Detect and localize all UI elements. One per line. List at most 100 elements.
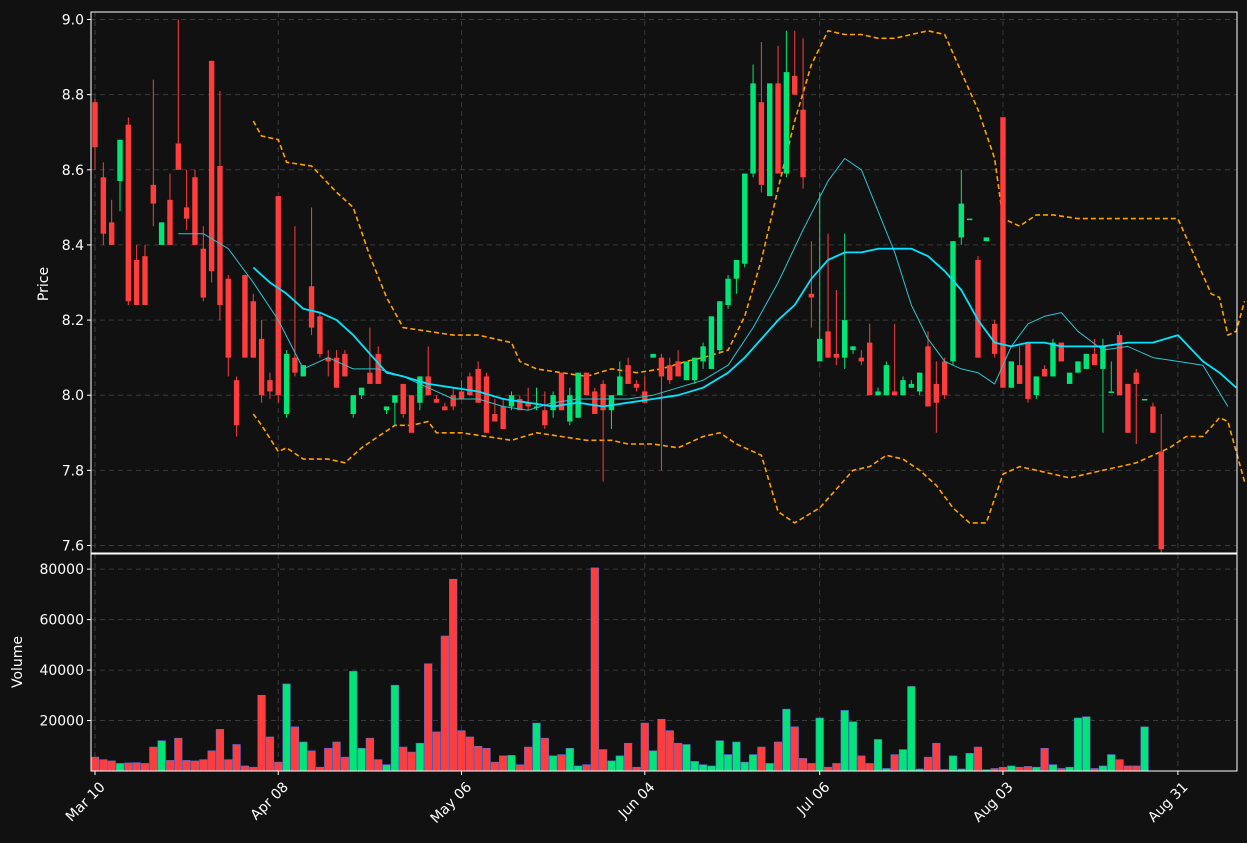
volume-bar bbox=[998, 766, 1008, 772]
candle-body bbox=[317, 316, 323, 354]
volume-bar bbox=[932, 742, 941, 772]
volume-bar bbox=[174, 737, 183, 772]
candle-body bbox=[1091, 353, 1098, 366]
candle-body bbox=[258, 338, 265, 396]
candle-body bbox=[158, 222, 165, 245]
candle-body bbox=[658, 357, 665, 377]
volume-bar bbox=[765, 763, 774, 772]
candle-body bbox=[183, 207, 190, 219]
candle-body bbox=[866, 342, 873, 396]
candle-body bbox=[708, 316, 715, 369]
candle-body bbox=[233, 380, 240, 426]
volume-bar bbox=[740, 761, 749, 772]
candle-body bbox=[567, 395, 573, 422]
volume-bar bbox=[182, 760, 191, 772]
candle-body bbox=[900, 380, 906, 396]
volume-bar bbox=[432, 731, 441, 772]
volume-bar bbox=[682, 744, 691, 772]
candle-body bbox=[108, 222, 115, 245]
candle-body bbox=[1025, 342, 1031, 399]
volume-bar bbox=[115, 763, 125, 772]
candle-body bbox=[775, 83, 781, 174]
volume-bar bbox=[449, 578, 458, 772]
volume-bar bbox=[1007, 765, 1016, 772]
volume-bar bbox=[923, 756, 933, 772]
candle-body bbox=[1083, 353, 1089, 369]
candle-body bbox=[100, 177, 107, 234]
volume-bar bbox=[732, 741, 741, 772]
volume-bar bbox=[898, 749, 908, 772]
candle-body bbox=[908, 383, 915, 388]
candle-body bbox=[625, 365, 631, 384]
volume-bar bbox=[365, 737, 374, 772]
volume-bar bbox=[657, 718, 666, 772]
candle-body bbox=[1016, 365, 1023, 384]
volume-bar bbox=[207, 750, 216, 772]
volume-bar bbox=[698, 764, 708, 772]
candle-body bbox=[142, 256, 148, 306]
candle-body bbox=[667, 365, 673, 381]
candle-body bbox=[633, 383, 640, 388]
candle-body bbox=[117, 139, 123, 182]
volume-bar bbox=[840, 710, 849, 772]
candle-body bbox=[792, 75, 798, 95]
volume-bar bbox=[482, 747, 491, 772]
chart-background bbox=[0, 0, 1247, 843]
price-tick-label: 7.6 bbox=[62, 538, 84, 554]
price-axis-label: Price bbox=[36, 267, 52, 301]
candle-body bbox=[700, 346, 706, 362]
candle-body bbox=[592, 391, 598, 414]
candle-body bbox=[966, 218, 973, 221]
volume-bar bbox=[1115, 759, 1124, 772]
volume-bar bbox=[549, 755, 558, 772]
volume-bar bbox=[382, 764, 391, 772]
price-tick-label: 8.0 bbox=[62, 388, 84, 404]
volume-bar bbox=[1082, 716, 1091, 772]
volume-bar bbox=[632, 766, 641, 772]
candle-body bbox=[425, 376, 431, 396]
price-tick-label: 8.8 bbox=[62, 88, 84, 104]
volume-tick-label: 20000 bbox=[39, 714, 84, 730]
candle-body bbox=[475, 368, 481, 403]
volume-bar bbox=[723, 754, 733, 772]
volume-bar bbox=[232, 744, 241, 772]
volume-bar bbox=[532, 722, 541, 772]
candle-body bbox=[950, 241, 956, 362]
stock-chart: 7.6 7.8 8.0 8.2 8.4 8.6 8.8 9.0 20000 40000 60000… bbox=[0, 0, 1247, 843]
candle-body bbox=[358, 387, 365, 396]
candle-body bbox=[292, 357, 298, 373]
volume-bar bbox=[1032, 766, 1041, 772]
candle-body bbox=[975, 259, 981, 358]
candle-body bbox=[267, 380, 273, 392]
candle-body bbox=[400, 383, 406, 414]
candle-body bbox=[617, 376, 623, 396]
volume-bar bbox=[415, 742, 424, 772]
candle-body bbox=[125, 124, 132, 302]
volume-bar bbox=[282, 683, 291, 772]
volume-bar bbox=[948, 755, 958, 772]
volume-bar bbox=[90, 756, 100, 772]
volume-bar bbox=[649, 750, 658, 772]
candle-body bbox=[858, 357, 865, 362]
volume-bar bbox=[1065, 766, 1074, 772]
volume-bar bbox=[499, 755, 508, 772]
volume-bar bbox=[257, 695, 266, 772]
candle-body bbox=[300, 365, 306, 377]
volume-bar bbox=[249, 766, 258, 772]
volume-bar bbox=[715, 740, 724, 772]
candle-body bbox=[200, 248, 206, 298]
candle-body bbox=[167, 199, 173, 245]
candle-body bbox=[583, 372, 590, 396]
volume-bar bbox=[1073, 717, 1083, 772]
volume-bar bbox=[607, 760, 616, 772]
volume-bar bbox=[199, 759, 208, 772]
volume-bar bbox=[290, 726, 300, 772]
volume-bar bbox=[1023, 766, 1033, 772]
volume-bar bbox=[865, 763, 874, 772]
candle-body bbox=[367, 372, 373, 384]
candle-body bbox=[467, 376, 473, 396]
volume-bar bbox=[374, 759, 383, 772]
candle-body bbox=[433, 398, 440, 403]
volume-bar bbox=[324, 747, 333, 772]
volume-bar bbox=[315, 766, 325, 772]
